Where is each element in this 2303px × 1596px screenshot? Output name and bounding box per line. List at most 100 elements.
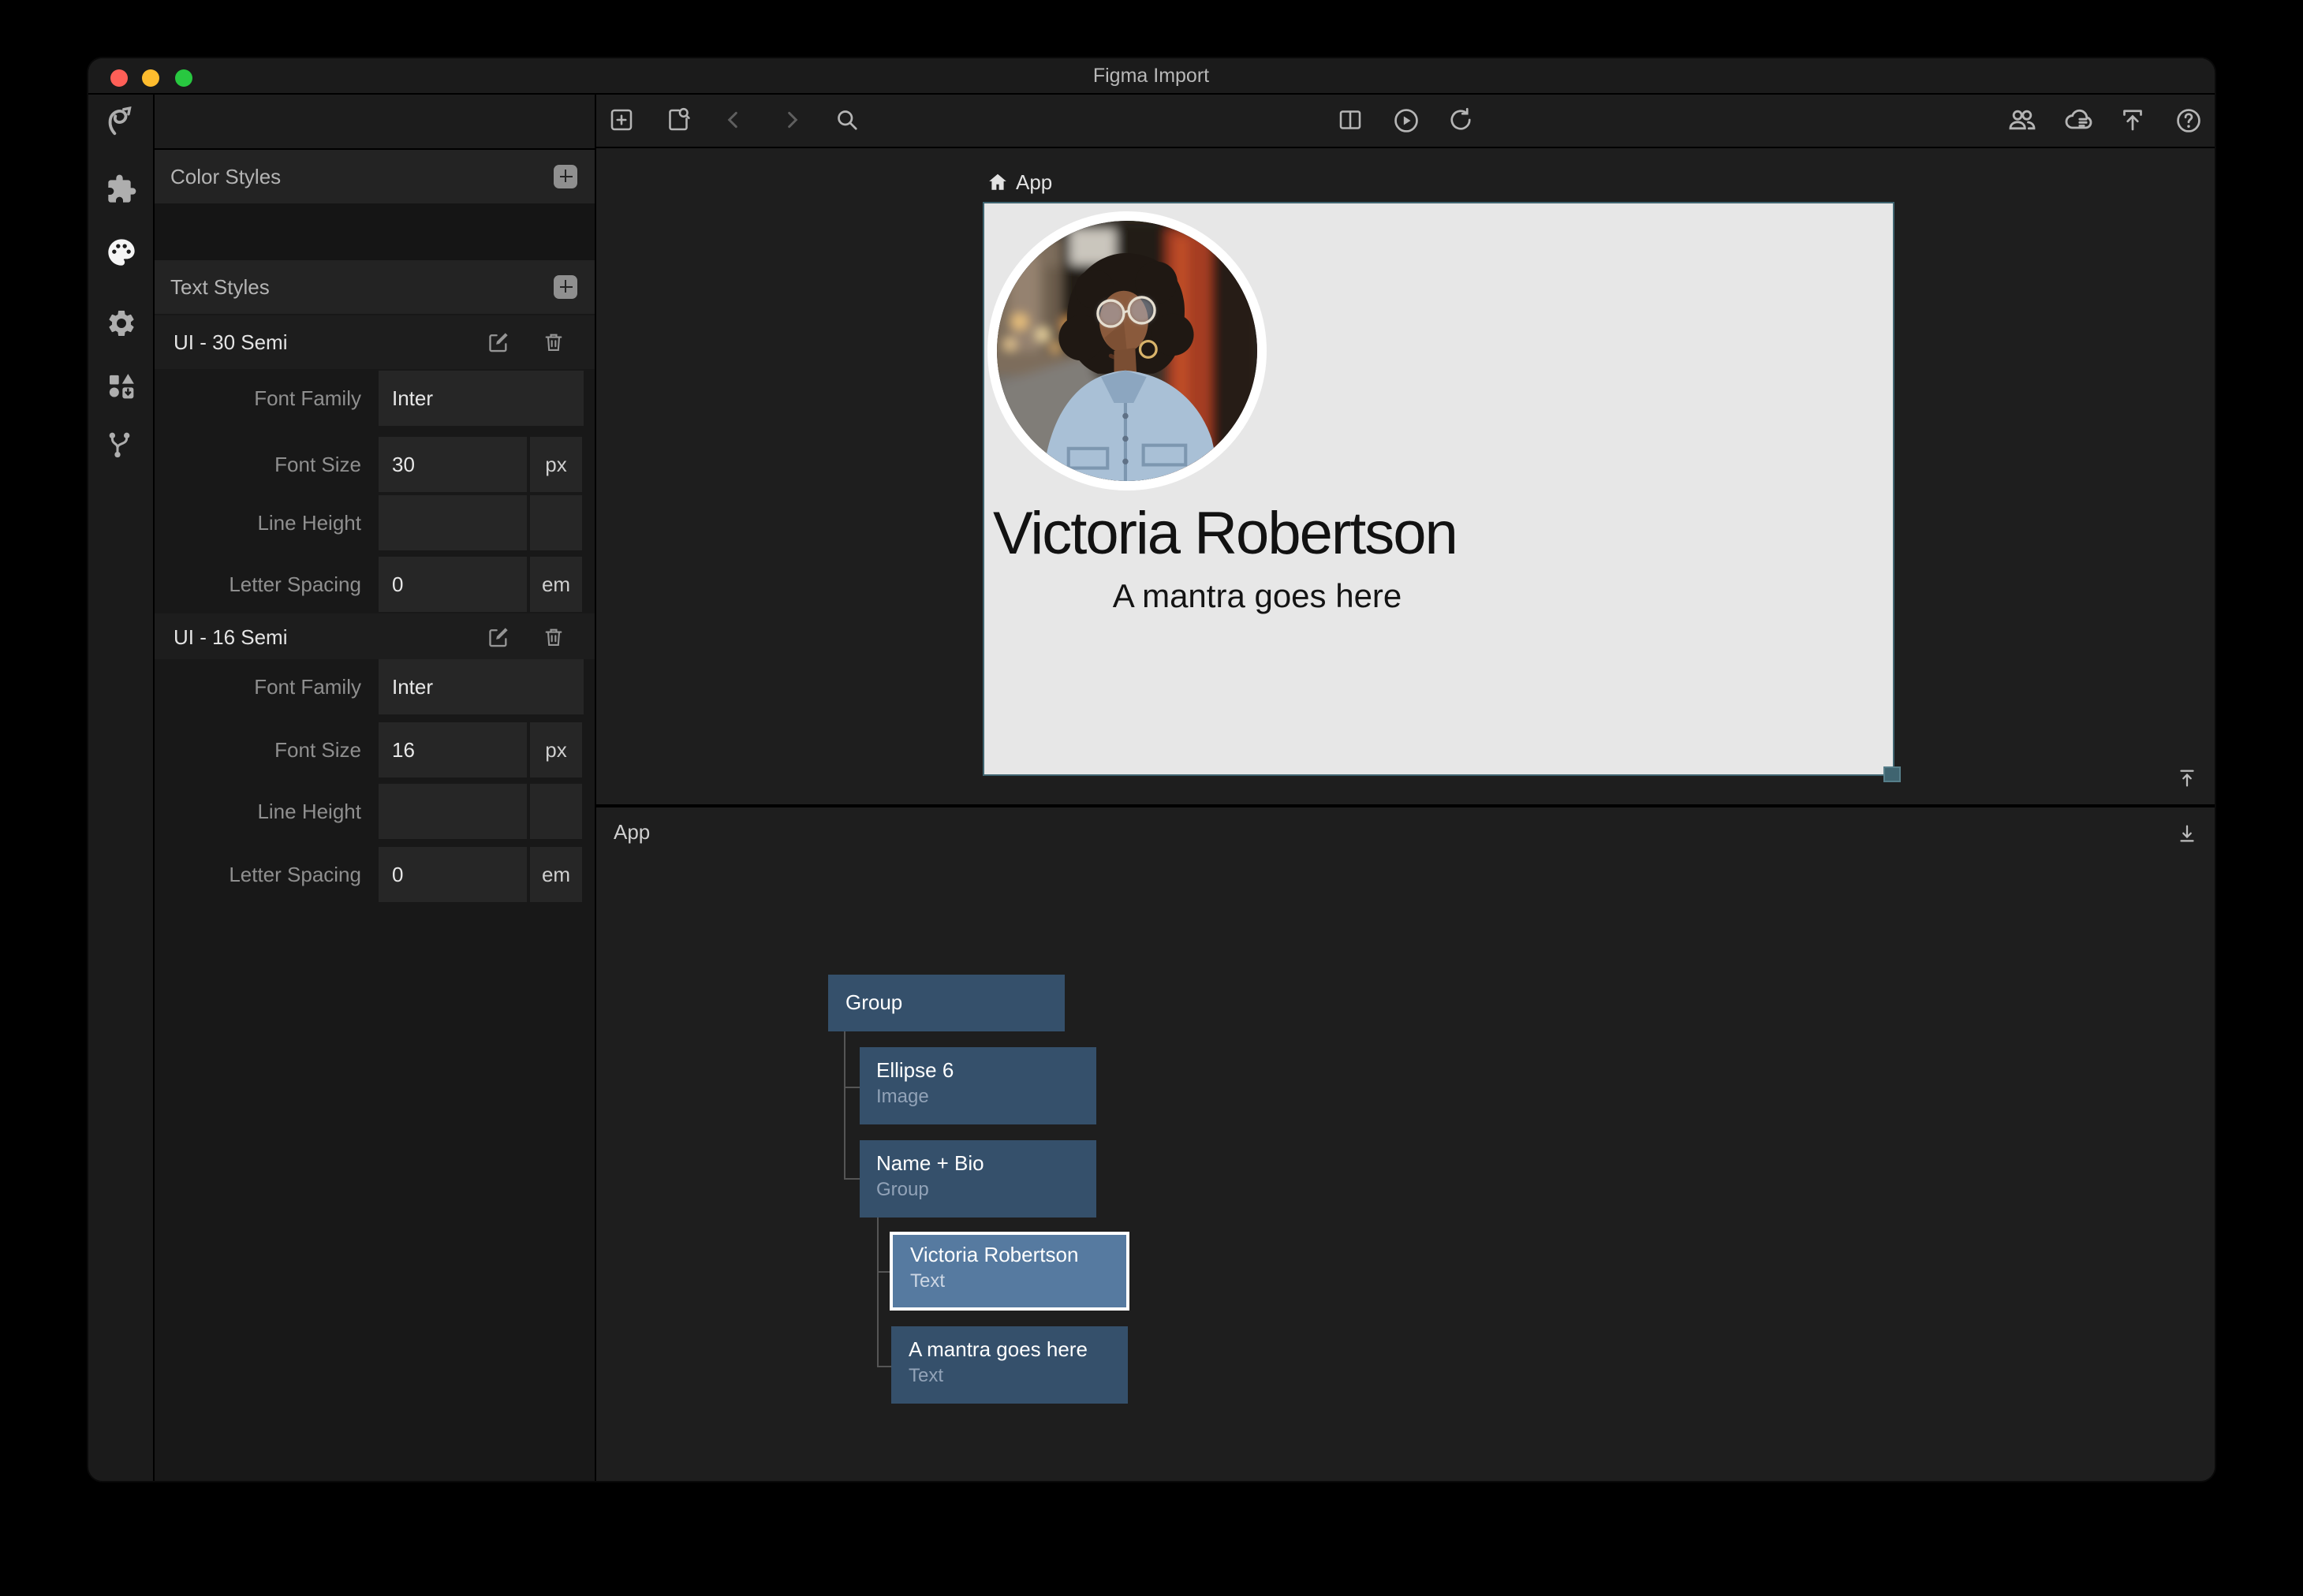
font-size-row: Font Size 16 px	[155, 722, 595, 777]
tree-node-type: Text	[893, 1268, 1125, 1293]
line-height-input[interactable]	[378, 494, 527, 550]
line-height-unit[interactable]	[530, 494, 582, 550]
tree-node-victoria-selected[interactable]: Victoria Robertson Text	[890, 1232, 1129, 1311]
collaborators-icon[interactable]	[2004, 103, 2039, 137]
edit-style-icon[interactable]	[486, 329, 511, 354]
vector-tool-icon[interactable]	[88, 94, 153, 147]
line-height-label: Line Height	[155, 783, 361, 838]
breadcrumb-label: App	[1016, 170, 1052, 194]
letter-spacing-unit[interactable]: em	[530, 556, 582, 611]
text-style-name: UI - 16 Semi	[174, 625, 288, 648]
text-styles-title: Text Styles	[170, 275, 270, 299]
font-family-label: Font Family	[155, 658, 361, 714]
nav-back-icon[interactable]	[716, 103, 751, 137]
font-size-input[interactable]: 16	[378, 722, 527, 777]
cloud-sync-icon[interactable]	[2061, 103, 2096, 137]
color-styles-header: Color Styles	[155, 150, 595, 203]
tree-connector	[844, 1178, 860, 1180]
card-mantra-text[interactable]: A mantra goes here	[993, 578, 1521, 616]
text-style-name: UI - 30 Semi	[174, 330, 288, 353]
breadcrumb[interactable]: App	[987, 170, 1052, 194]
tree-connector	[876, 1365, 893, 1367]
desktop: Figma Import	[0, 0, 2303, 1596]
help-icon[interactable]	[2170, 103, 2205, 137]
tree-node-type: Group	[859, 1176, 1096, 1202]
split-view-icon[interactable]	[1333, 103, 1368, 137]
publish-upload-icon[interactable]	[2115, 103, 2150, 137]
tree-connector	[844, 1031, 845, 1179]
font-family-input[interactable]: Inter	[378, 370, 584, 425]
line-height-row: Line Height	[155, 494, 595, 550]
font-size-input[interactable]: 30	[378, 436, 527, 491]
card-name-text[interactable]: Victoria Robertson	[993, 502, 1521, 570]
tree-node-title: A mantra goes here	[891, 1326, 1128, 1361]
nav-forward-icon[interactable]	[775, 103, 809, 137]
line-height-input[interactable]	[378, 783, 527, 838]
profile-card[interactable]: Victoria Robertson A mantra goes here	[984, 203, 1892, 774]
plugins-icon[interactable]	[88, 162, 153, 216]
tree-node-type: Image	[859, 1083, 1096, 1109]
add-frame-icon[interactable]	[604, 103, 639, 137]
font-family-label: Font Family	[155, 370, 361, 425]
settings-gear-icon[interactable]	[88, 296, 153, 350]
collapse-panel-down-icon[interactable]	[2169, 816, 2204, 851]
font-size-unit[interactable]: px	[530, 722, 582, 777]
tree-node-type: Text	[891, 1363, 1128, 1388]
styles-palette-icon[interactable]	[88, 226, 153, 279]
tree-node-title: Ellipse 6	[859, 1047, 1096, 1082]
text-style-row: UI - 30 Semi	[155, 315, 595, 368]
app-window: Figma Import	[88, 58, 2214, 1480]
collapse-panel-up-icon[interactable]	[2169, 760, 2204, 795]
letter-spacing-label: Letter Spacing	[155, 846, 361, 901]
avatar-photo	[997, 221, 1257, 481]
layers-panel-title: App	[614, 820, 650, 844]
tree-connector	[876, 1217, 878, 1365]
tree-node-group[interactable]: Group	[828, 974, 1065, 1031]
tree-connector	[844, 1086, 860, 1087]
toolbar	[596, 94, 2214, 147]
letter-spacing-row: Letter Spacing 0 em	[155, 556, 595, 611]
font-family-row: Font Family Inter	[155, 370, 595, 425]
line-height-unit[interactable]	[530, 783, 582, 838]
text-styles-header: Text Styles	[155, 259, 595, 314]
line-height-row: Line Height	[155, 783, 595, 838]
color-styles-empty	[155, 203, 595, 259]
tree-node-name-bio[interactable]: Name + Bio Group	[859, 1140, 1096, 1217]
preview-play-icon[interactable]	[1389, 103, 1424, 137]
font-family-row: Font Family Inter	[155, 658, 595, 714]
edit-style-icon[interactable]	[486, 624, 511, 649]
letter-spacing-input[interactable]: 0	[378, 846, 527, 901]
letter-spacing-label: Letter Spacing	[155, 556, 361, 611]
tool-rail	[88, 94, 155, 1480]
tree-connector	[876, 1271, 890, 1273]
selected-frame[interactable]: Victoria Robertson A mantra goes here	[982, 202, 1894, 776]
letter-spacing-unit[interactable]: em	[530, 846, 582, 901]
add-color-style-button[interactable]	[554, 165, 577, 188]
import-inspect-icon[interactable]	[661, 103, 696, 137]
delete-style-icon[interactable]	[541, 624, 566, 649]
tree-node-title: Name + Bio	[859, 1140, 1096, 1175]
title-bar: Figma Import	[88, 58, 2214, 94]
selection-resize-handle[interactable]	[1883, 766, 1900, 782]
refresh-icon[interactable]	[1443, 103, 1478, 137]
text-style-row: UI - 16 Semi	[155, 613, 595, 659]
search-icon[interactable]	[830, 103, 864, 137]
styles-panel: Color Styles Text Styles UI - 30 Semi	[155, 94, 596, 1480]
add-text-style-button[interactable]	[554, 275, 577, 299]
home-icon	[987, 172, 1008, 192]
letter-spacing-input[interactable]: 0	[378, 556, 527, 611]
line-height-label: Line Height	[155, 494, 361, 550]
window-title: Figma Import	[88, 58, 2214, 94]
font-family-input[interactable]: Inter	[378, 658, 584, 714]
canvas[interactable]: App	[596, 148, 2214, 804]
avatar[interactable]	[987, 211, 1267, 490]
assets-shapes-icon[interactable]	[88, 360, 153, 413]
font-size-unit[interactable]: px	[530, 436, 582, 491]
main-area: App	[596, 94, 2214, 1480]
delete-style-icon[interactable]	[541, 329, 566, 354]
version-branch-icon[interactable]	[88, 417, 153, 471]
tree-node-title: Victoria Robertson	[893, 1235, 1125, 1266]
tree-node-ellipse[interactable]: Ellipse 6 Image	[859, 1047, 1096, 1124]
layers-panel: App Group Ellipse 6	[596, 807, 2214, 1480]
tree-node-mantra[interactable]: A mantra goes here Text	[891, 1326, 1128, 1403]
